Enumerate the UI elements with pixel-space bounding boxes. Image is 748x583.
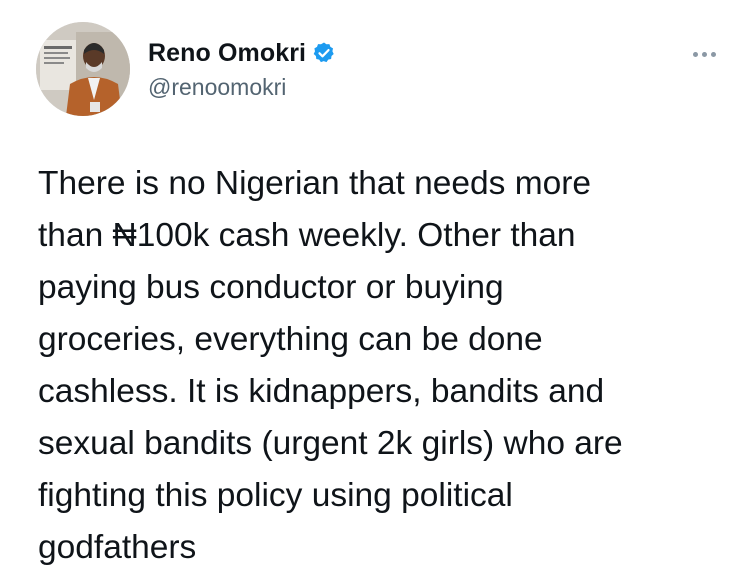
dot: [692, 51, 698, 57]
author-name[interactable]: Reno Omokri: [148, 39, 306, 68]
avatar-photo-icon: [36, 22, 130, 116]
dot: [710, 51, 716, 57]
tweet-card: Reno Omokri @renoomokri There is no Nige…: [0, 0, 748, 583]
verified-badge-icon: [312, 41, 336, 65]
author-name-row: Reno Omokri: [148, 36, 336, 70]
dot: [701, 51, 707, 57]
ellipsis-icon[interactable]: [684, 44, 724, 64]
author-handle[interactable]: @renoomokri: [148, 74, 286, 101]
tweet-text: There is no Nigerian that needs more tha…: [38, 165, 623, 566]
author-avatar[interactable]: [36, 22, 130, 116]
